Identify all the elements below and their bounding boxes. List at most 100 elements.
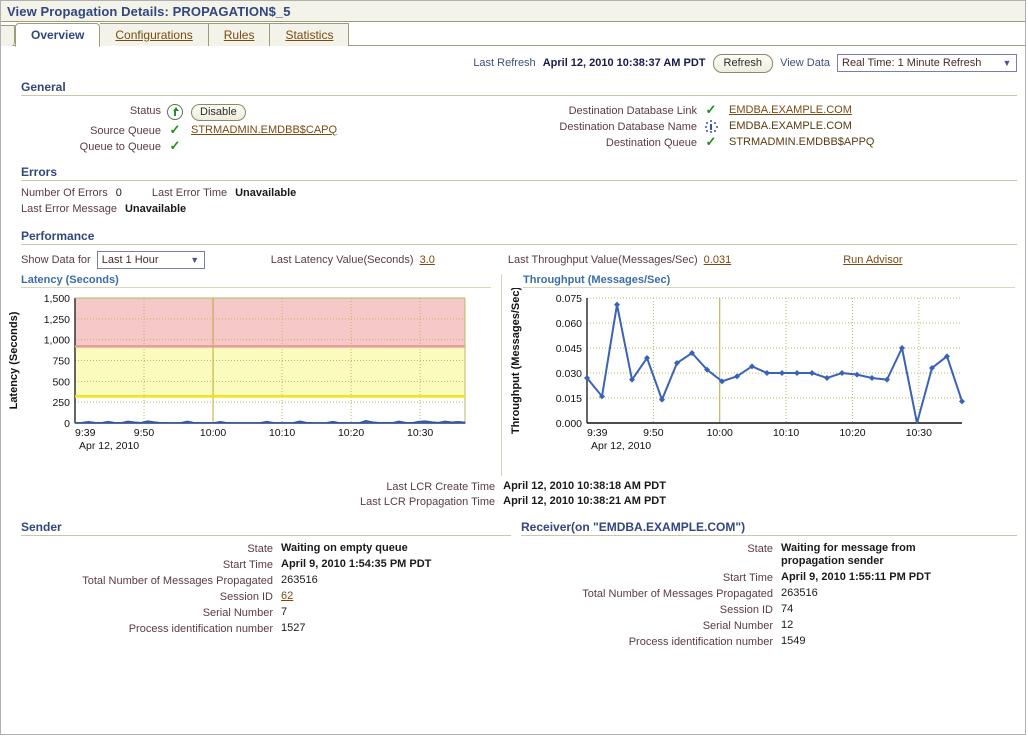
dest-queue-value: STRMADMIN.EMDBB$APPQ bbox=[729, 136, 1017, 148]
last-latency-value[interactable]: 3.0 bbox=[420, 254, 435, 266]
last-latency-label: Last Latency Value(Seconds) bbox=[271, 254, 414, 266]
last-lcr-create-time-value: April 12, 2010 10:38:18 AM PDT bbox=[503, 480, 666, 492]
svg-text:10:30: 10:30 bbox=[407, 427, 433, 439]
sender-pid-value: 1527 bbox=[281, 622, 521, 634]
dest-db-link-value[interactable]: EMDBA.EXAMPLE.COM bbox=[729, 104, 852, 116]
latency-chart-svg: Latency (Seconds)02505007501,0001,2501,5… bbox=[1, 288, 491, 473]
receiver-pid-label: Process identification number bbox=[521, 635, 773, 648]
last-error-time-value: Unavailable bbox=[235, 187, 296, 199]
svg-text:250: 250 bbox=[52, 397, 70, 409]
tab-overview[interactable]: Overview bbox=[15, 23, 100, 47]
sender-state-label: State bbox=[21, 542, 273, 555]
receiver-session-id-label: Session ID bbox=[521, 603, 773, 616]
svg-text:9:50: 9:50 bbox=[134, 427, 155, 439]
receiver-start-time-value: April 9, 2010 1:55:11 PM PDT bbox=[781, 571, 1017, 583]
svg-text:9:39: 9:39 bbox=[587, 427, 608, 439]
performance-divider bbox=[21, 244, 1017, 245]
svg-text:10:10: 10:10 bbox=[773, 427, 799, 439]
receiver-state-label: State bbox=[521, 542, 773, 555]
tab-statistics-label: Statistics bbox=[285, 28, 333, 42]
source-queue-label: Source Queue bbox=[21, 124, 161, 137]
last-throughput-value[interactable]: 0.031 bbox=[704, 254, 732, 266]
last-lcr-create-time-label: Last LCR Create Time bbox=[360, 480, 495, 493]
throughput-chart[interactable]: Throughput (Messages/Sec)0.0000.0150.030… bbox=[503, 288, 1025, 476]
last-refresh-label: Last Refresh bbox=[473, 57, 535, 69]
latency-chart-panel: Latency (Seconds) Latency (Seconds)02505… bbox=[1, 274, 501, 476]
receiver-start-time-label: Start Time bbox=[521, 571, 773, 584]
sender-heading: Sender bbox=[21, 520, 521, 535]
dest-db-name-label: Destination Database Name bbox=[521, 120, 697, 133]
receiver-divider bbox=[521, 535, 1017, 536]
svg-text:1,250: 1,250 bbox=[44, 314, 70, 326]
source-queue-link[interactable]: STRMADMIN.EMDBB$CAPQ bbox=[191, 124, 337, 136]
last-lcr-propagation-time-label: Last LCR Propagation Time bbox=[360, 495, 495, 508]
svg-text:Throughput (Messages/Sec): Throughput (Messages/Sec) bbox=[510, 288, 522, 434]
receiver-serial-number-value: 12 bbox=[781, 619, 1017, 631]
refresh-button[interactable]: Refresh bbox=[713, 54, 774, 73]
performance-toolbar: Show Data for Last 1 Hour ▼ Last Latency… bbox=[21, 251, 1017, 269]
last-error-time-label: Last Error Time bbox=[152, 187, 227, 199]
performance-section: Performance Show Data for Last 1 Hour ▼ … bbox=[21, 229, 1017, 269]
number-of-errors-label: Number Of Errors bbox=[21, 187, 108, 199]
sender-start-time-label: Start Time bbox=[21, 558, 273, 571]
receiver-heading: Receiver(on "EMDBA.EXAMPLE.COM") bbox=[521, 520, 1017, 535]
general-divider bbox=[21, 95, 1017, 96]
chevron-down-icon: ▼ bbox=[187, 252, 203, 268]
tab-rules-label: Rules bbox=[224, 28, 255, 42]
svg-text:1,500: 1,500 bbox=[44, 293, 70, 305]
svg-text:500: 500 bbox=[52, 376, 70, 388]
svg-text:10:20: 10:20 bbox=[338, 427, 364, 439]
general-heading: General bbox=[21, 80, 1017, 95]
receiver-section: Receiver(on "EMDBA.EXAMPLE.COM") State W… bbox=[521, 520, 1017, 648]
chevron-down-icon: ▼ bbox=[999, 55, 1015, 71]
svg-text:10:00: 10:00 bbox=[200, 427, 226, 439]
latency-chart-title: Latency (Seconds) bbox=[1, 274, 501, 286]
sender-session-id-label: Session ID bbox=[21, 590, 273, 603]
dest-db-name-value: EMDBA.EXAMPLE.COM bbox=[729, 120, 1017, 132]
general-right-column: Destination Database Link ✓ EMDBA.EXAMPL… bbox=[521, 104, 1017, 153]
sender-total-messages-value: 263516 bbox=[281, 574, 521, 586]
errors-divider bbox=[21, 180, 1017, 181]
show-data-for-select[interactable]: Last 1 Hour ▼ bbox=[97, 251, 205, 269]
svg-text:Apr 12, 2010: Apr 12, 2010 bbox=[591, 440, 651, 452]
svg-text:1,000: 1,000 bbox=[44, 335, 70, 347]
run-advisor-link[interactable]: Run Advisor bbox=[843, 254, 902, 266]
show-data-for-label: Show Data for bbox=[21, 254, 91, 266]
lcr-times: Last LCR Create Time April 12, 2010 10:3… bbox=[1, 476, 1025, 508]
disable-button[interactable]: Disable bbox=[191, 104, 246, 121]
last-throughput-label: Last Throughput Value(Messages/Sec) bbox=[508, 254, 698, 266]
sender-serial-number-label: Serial Number bbox=[21, 606, 273, 619]
tab-bar: Overview Configurations Rules Statistics bbox=[1, 22, 1025, 46]
svg-text:Latency (Seconds): Latency (Seconds) bbox=[8, 311, 20, 409]
tab-configurations[interactable]: Configurations bbox=[100, 23, 208, 46]
latency-chart[interactable]: Latency (Seconds)02505007501,0001,2501,5… bbox=[1, 288, 501, 476]
general-section: General Status Disable Source Queue ✓ ST… bbox=[21, 80, 1017, 153]
window-title-bar: View Propagation Details: PROPAGATION$_5 bbox=[1, 1, 1025, 22]
receiver-total-messages-label: Total Number of Messages Propagated bbox=[521, 587, 773, 600]
status-label: Status bbox=[21, 104, 161, 117]
view-data-select[interactable]: Real Time: 1 Minute Refresh ▼ bbox=[837, 54, 1017, 72]
tab-configurations-label: Configurations bbox=[115, 28, 192, 42]
dest-db-link-label: Destination Database Link bbox=[521, 104, 697, 117]
tab-rules[interactable]: Rules bbox=[209, 23, 271, 46]
receiver-serial-number-label: Serial Number bbox=[521, 619, 773, 632]
tab-overview-label: Overview bbox=[31, 28, 84, 42]
view-data-label: View Data bbox=[780, 57, 830, 69]
receiver-session-id-value: 74 bbox=[781, 603, 1017, 615]
sender-total-messages-label: Total Number of Messages Propagated bbox=[21, 574, 273, 587]
sender-receiver-row: Sender State Waiting on empty queue Star… bbox=[1, 520, 1025, 648]
svg-text:10:10: 10:10 bbox=[269, 427, 295, 439]
svg-text:750: 750 bbox=[52, 356, 70, 368]
page-title: View Propagation Details: PROPAGATION$_5 bbox=[7, 4, 291, 19]
svg-text:0.015: 0.015 bbox=[556, 393, 582, 405]
throughput-chart-title: Throughput (Messages/Sec) bbox=[503, 274, 1025, 286]
svg-text:10:20: 10:20 bbox=[839, 427, 865, 439]
check-icon: ✓ bbox=[703, 104, 719, 117]
errors-heading: Errors bbox=[21, 165, 1017, 180]
tab-statistics[interactable]: Statistics bbox=[270, 23, 349, 46]
check-icon: ✓ bbox=[167, 140, 183, 153]
svg-text:9:50: 9:50 bbox=[643, 427, 664, 439]
sender-session-id-link[interactable]: 62 bbox=[281, 590, 293, 602]
svg-text:Apr 12, 2010: Apr 12, 2010 bbox=[79, 440, 139, 452]
performance-heading: Performance bbox=[21, 229, 1017, 244]
